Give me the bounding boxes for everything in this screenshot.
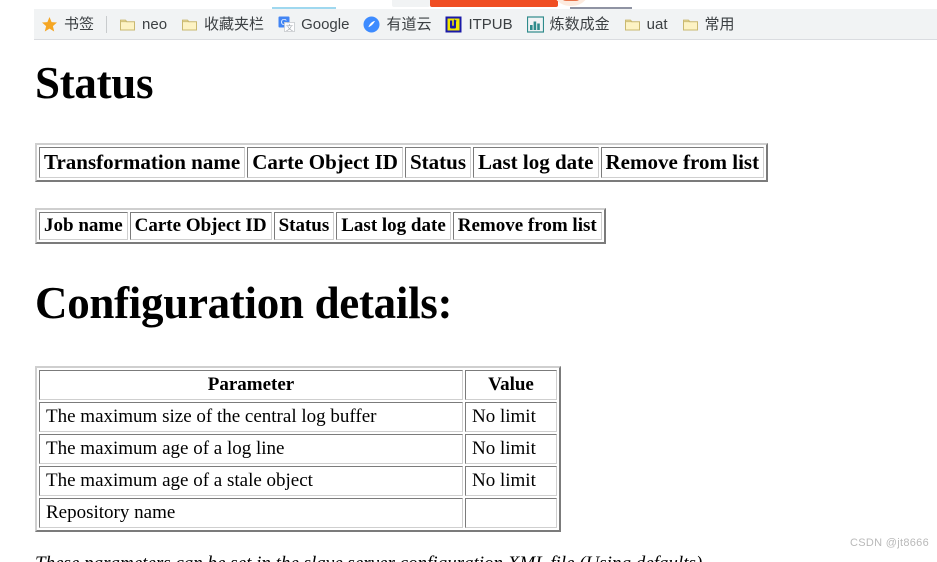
column-header-carte-object-id: Carte Object ID — [129, 212, 272, 240]
column-header-job-name: Job name — [39, 212, 128, 240]
folder-icon — [682, 16, 699, 33]
star-icon — [41, 16, 58, 33]
csdn-watermark: CSDN @jt8666 — [850, 537, 929, 549]
parameter-cell: The maximum size of the central log buff… — [39, 402, 463, 432]
column-header-status: Status — [404, 147, 471, 178]
configuration-details-table: Parameter Value The maximum size of the … — [35, 366, 561, 532]
table-header-row: Parameter Value — [39, 370, 557, 400]
table-header-row: Job name Carte Object ID Status Last log… — [39, 212, 602, 240]
configuration-table-body: The maximum size of the central log buff… — [39, 402, 557, 528]
parameter-cell: The maximum age of a log line — [39, 434, 463, 464]
bookmark-item-label: 常用 — [704, 15, 735, 33]
youdao-cloud-icon — [363, 16, 380, 33]
transformation-status-table: Transformation name Carte Object ID Stat… — [35, 143, 769, 182]
browser-chrome-strip — [0, 0, 937, 9]
tab-ghost-active[interactable] — [430, 0, 558, 7]
value-cell: No limit — [465, 466, 557, 496]
column-header-value: Value — [465, 370, 557, 400]
column-header-status: Status — [273, 212, 335, 240]
configuration-footnote: These parameters can be set in the slave… — [35, 553, 915, 562]
bookmark-item-炼数成金[interactable]: 炼数成金 — [520, 12, 617, 36]
column-header-remove-from-list: Remove from list — [452, 212, 602, 240]
value-cell — [465, 498, 557, 528]
table-row: Repository name — [39, 498, 557, 528]
table-header-row: Transformation name Carte Object ID Stat… — [39, 147, 765, 178]
bookmark-item-收藏夹栏[interactable]: 收藏夹栏 — [174, 12, 271, 36]
bookmark-item-Google[interactable]: G 文 Google — [271, 12, 356, 36]
value-cell: No limit — [465, 402, 557, 432]
column-header-last-log-date: Last log date — [473, 147, 599, 178]
tab-ghost-inactive[interactable] — [392, 0, 430, 7]
folder-icon — [181, 16, 198, 33]
folder-icon — [624, 16, 641, 33]
parameter-cell: Repository name — [39, 498, 463, 528]
bookmark-separator — [106, 15, 108, 33]
bookmark-item-有道云[interactable]: 有道云 — [356, 12, 438, 36]
value-cell: No limit — [465, 434, 557, 464]
folder-icon — [119, 16, 136, 33]
bookmark-item-label: Google — [301, 15, 350, 33]
bookmark-item-label: neo — [142, 15, 168, 33]
configuration-details-heading: Configuration details: — [35, 278, 453, 328]
table-row: The maximum age of a stale object No limi… — [39, 466, 557, 496]
svg-text:文: 文 — [286, 23, 293, 32]
column-header-last-log-date: Last log date — [336, 212, 451, 240]
bookmark-item-label: 炼数成金 — [549, 15, 610, 33]
bookmark-item-ITPUB[interactable]: ITPUB — [438, 12, 519, 36]
itpub-icon — [445, 16, 462, 33]
parameter-cell: The maximum age of a stale object — [39, 466, 463, 496]
bookmarks-bar: 书签 neo 收藏夹栏 G 文 Google 有道云 ITPUB 炼数成金 uat 常用 — [0, 9, 937, 40]
column-header-transformation-name: Transformation name — [39, 147, 246, 178]
bookmark-item-neo[interactable]: neo — [112, 12, 174, 36]
job-status-table: Job name Carte Object ID Status Last log… — [35, 208, 606, 244]
bookmark-item-label: ITPUB — [468, 15, 513, 33]
bookmarks-bar-left-gap — [0, 9, 34, 40]
bookmark-item-label: 书签 — [64, 15, 95, 33]
column-header-carte-object-id: Carte Object ID — [247, 147, 403, 178]
bar-chart-icon — [526, 15, 544, 33]
google-translate-icon: G文 — [278, 16, 295, 33]
bookmark-item-uat[interactable]: uat — [617, 12, 675, 36]
bookmark-item-label: 有道云 — [386, 15, 432, 33]
page-content: Status Transformation name Carte Object … — [0, 41, 937, 562]
bookmark-item-label: 收藏夹栏 — [204, 15, 265, 33]
table-row: The maximum age of a log line No limit — [39, 434, 557, 464]
bookmark-item-常用[interactable]: 常用 — [675, 12, 742, 36]
table-row: The maximum size of the central log buff… — [39, 402, 557, 432]
column-header-remove-from-list: Remove from list — [600, 147, 765, 178]
status-heading: Status — [35, 58, 154, 108]
bookmark-item-书签[interactable]: 书签 — [34, 12, 101, 36]
column-header-parameter: Parameter — [39, 370, 463, 400]
bookmark-item-label: uat — [646, 15, 668, 33]
